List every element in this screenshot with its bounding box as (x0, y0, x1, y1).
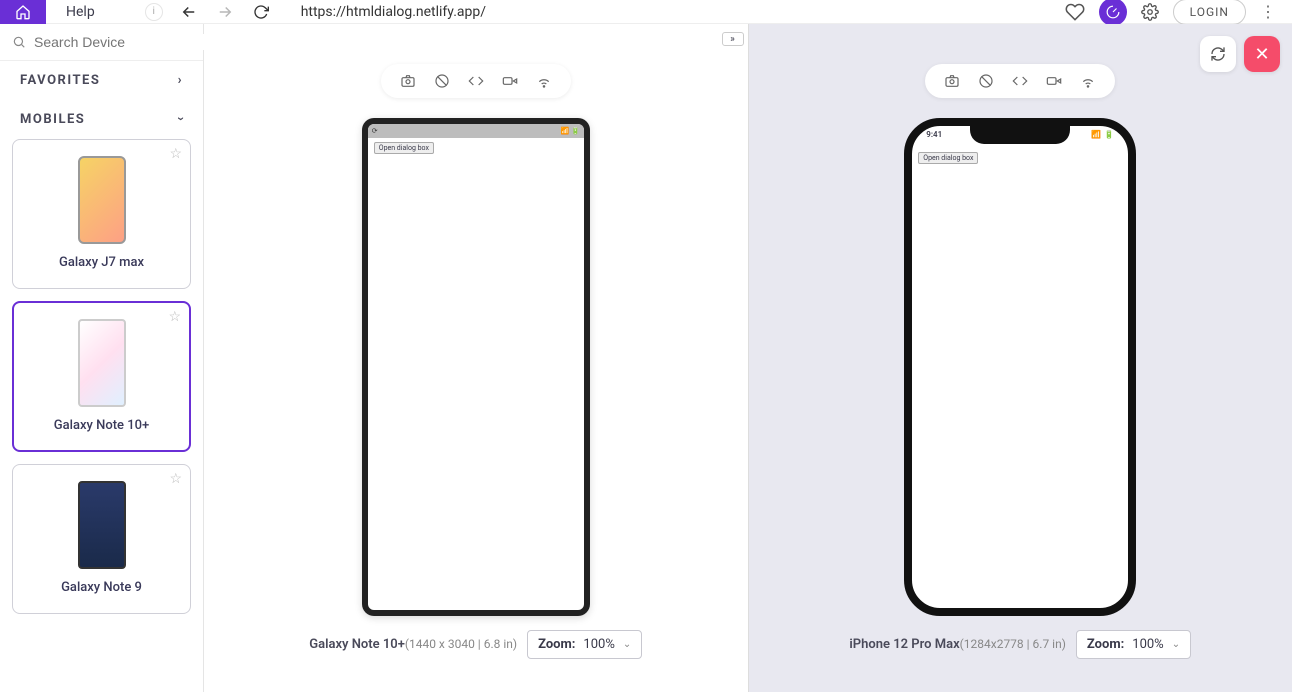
chevron-down-icon: ⌄ (1172, 639, 1180, 650)
zoom-label: Zoom: (538, 637, 575, 652)
video-icon[interactable] (501, 72, 519, 90)
device-card-galaxy-j7-max[interactable]: ☆ Galaxy J7 max (12, 139, 191, 289)
iphone-frame: 9:41 📶🔋 Open dialog box (904, 118, 1136, 616)
device-name: Galaxy Note 9 (21, 579, 182, 597)
preview-footer-label: Galaxy Note 10+(1440 x 3040 | 6.8 in) (309, 637, 517, 652)
zoom-label: Zoom: (1087, 637, 1124, 652)
search-row (0, 24, 203, 61)
home-button[interactable] (0, 0, 46, 24)
forward-button[interactable] (215, 2, 235, 22)
favorites-label: FAVORITES (20, 73, 100, 88)
preview-canvas: » ⟳📶 🔋 Open dialog box Galaxy Note 10+(1… (204, 24, 1292, 692)
preview-toolbar (925, 64, 1115, 98)
chevron-right-icon: › (178, 73, 183, 88)
zoom-selector[interactable]: Zoom: 100% ⌄ (1076, 630, 1191, 659)
inspect-icon[interactable] (467, 72, 485, 90)
device-name: Galaxy J7 max (21, 254, 182, 272)
zoom-value: 100% (1132, 637, 1163, 652)
chevron-down-icon: › (173, 117, 188, 122)
open-dialog-button[interactable]: Open dialog box (918, 152, 978, 164)
favorite-star-icon[interactable]: ☆ (169, 146, 182, 162)
favorite-star-icon[interactable]: ☆ (168, 309, 181, 325)
device-card-galaxy-note-9[interactable]: ☆ Galaxy Note 9 (12, 464, 191, 614)
preview-footer-label: iPhone 12 Pro Max(1284x2778 | 6.7 in) (849, 637, 1066, 652)
wifi-icon[interactable] (535, 72, 553, 90)
open-dialog-button[interactable]: Open dialog box (374, 142, 434, 154)
search-input[interactable] (34, 34, 215, 50)
android-frame: ⟳📶 🔋 Open dialog box (362, 118, 590, 616)
no-touch-icon[interactable] (977, 72, 995, 90)
no-touch-icon[interactable] (433, 72, 451, 90)
settings-icon[interactable] (1141, 3, 1159, 21)
mobiles-header[interactable]: MOBILES › (0, 100, 203, 139)
device-name: Galaxy Note 10+ (22, 417, 181, 435)
heart-icon[interactable] (1065, 2, 1085, 22)
sidebar: FAVORITES › MOBILES › ☆ Galaxy J7 max ☆ … (0, 24, 204, 692)
iphone-notch (970, 126, 1070, 144)
zoom-value: 100% (583, 637, 614, 652)
close-button[interactable]: ✕ (1244, 36, 1280, 72)
wifi-icon[interactable] (1079, 72, 1097, 90)
device-thumb (78, 156, 126, 244)
zoom-selector[interactable]: Zoom: 100% ⌄ (527, 630, 642, 659)
screenshot-icon[interactable] (399, 72, 417, 90)
device-thumb (78, 481, 126, 569)
speed-icon[interactable] (1099, 0, 1127, 26)
iphone-time: 9:41 (926, 130, 942, 139)
favorite-star-icon[interactable]: ☆ (169, 471, 182, 487)
android-status-bar: ⟳📶 🔋 (368, 124, 584, 138)
help-link[interactable]: Help (46, 4, 115, 20)
preview-pane-left: » ⟳📶 🔋 Open dialog box Galaxy Note 10+(1… (204, 24, 748, 692)
more-icon[interactable]: ⋮ (1260, 2, 1276, 21)
reload-button[interactable] (251, 2, 271, 22)
inspect-icon[interactable] (1011, 72, 1029, 90)
top-toolbar: Help i https://htmldialog.netlify.app/ L… (0, 0, 1292, 24)
search-icon (12, 35, 26, 49)
favorites-header[interactable]: FAVORITES › (0, 61, 203, 100)
chevron-down-icon: ⌄ (623, 639, 631, 650)
url-display[interactable]: https://htmldialog.netlify.app/ (301, 4, 1065, 20)
device-thumb (78, 319, 126, 407)
mobiles-label: MOBILES (20, 112, 85, 127)
login-button[interactable]: LOGIN (1173, 0, 1246, 25)
screenshot-icon[interactable] (943, 72, 961, 90)
preview-toolbar (381, 64, 571, 98)
collapse-handle[interactable]: » (722, 32, 744, 46)
video-icon[interactable] (1045, 72, 1063, 90)
sync-button[interactable] (1200, 36, 1236, 72)
device-card-galaxy-note-10[interactable]: ☆ Galaxy Note 10+ (12, 301, 191, 453)
back-button[interactable] (179, 2, 199, 22)
info-icon[interactable]: i (145, 3, 163, 21)
preview-pane-right: ✕ 9:41 📶🔋 Open dialog box iPhone 12 Pro … (748, 24, 1292, 692)
